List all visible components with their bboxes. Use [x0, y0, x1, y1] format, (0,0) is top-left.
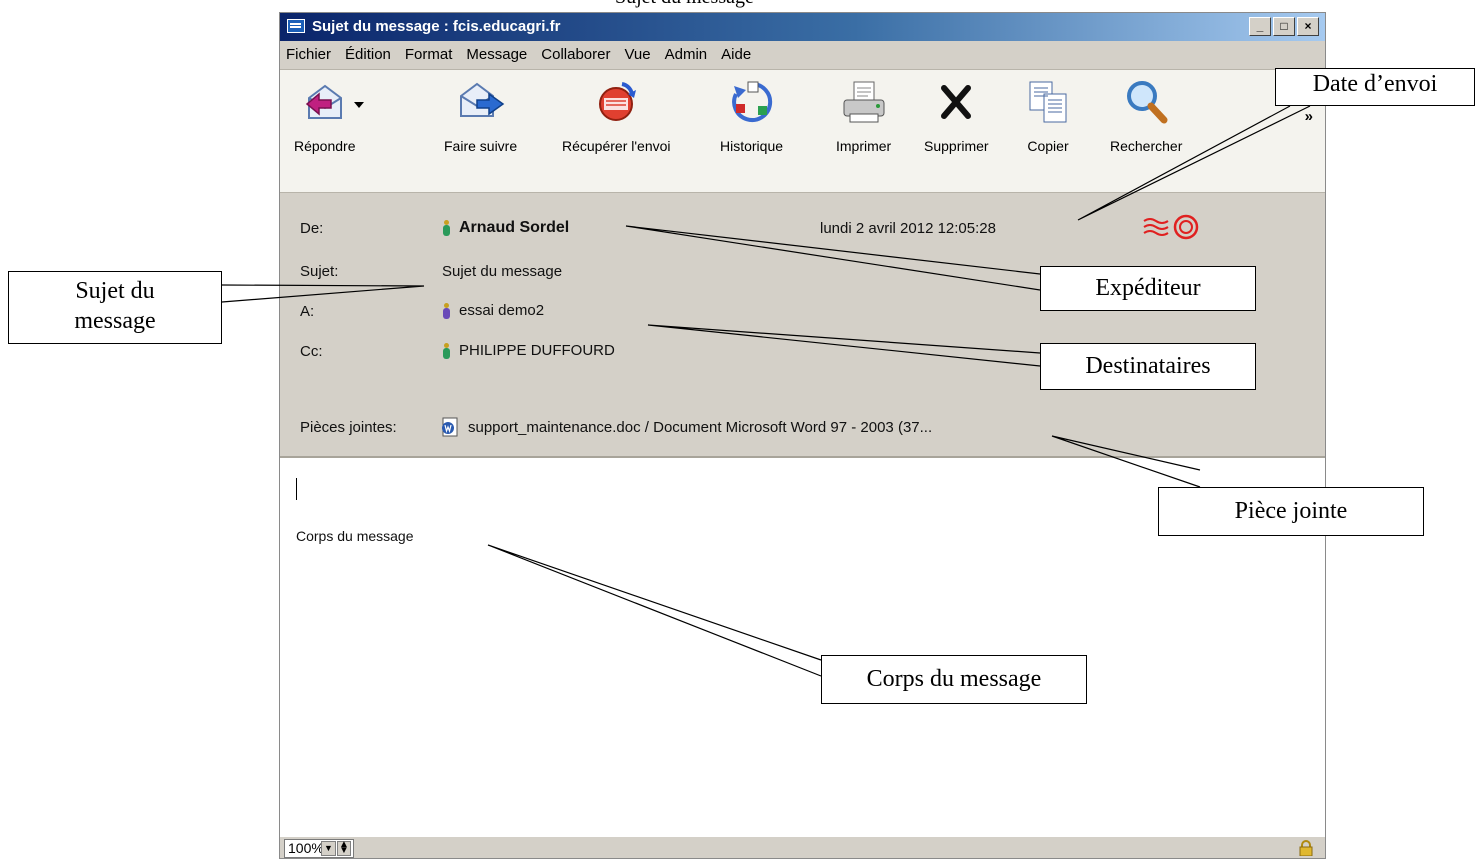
retract-button[interactable]: Récupérer l'envoi: [562, 78, 671, 154]
person-icon: [442, 342, 451, 359]
delete-label: Supprimer: [924, 138, 989, 154]
menu-aide[interactable]: Aide: [721, 46, 751, 63]
message-header: De: Arnaud Sordel lundi 2 avril 2012 12:…: [280, 193, 1325, 456]
cc-value: PHILIPPE DUFFOURD: [459, 342, 615, 359]
search-button[interactable]: Rechercher: [1110, 78, 1182, 154]
copy-button[interactable]: Copier: [1024, 78, 1072, 154]
annotation-attachment-text: Pièce jointe: [1234, 498, 1348, 524]
delete-x-icon: [932, 78, 980, 126]
title-bar: Sujet du message : fcis.educagri.fr _ □ …: [280, 13, 1325, 41]
zoom-spinner-icon[interactable]: ▲ ▼: [337, 840, 351, 856]
body-text: Corps du message: [296, 528, 414, 544]
to-label: A:: [300, 303, 315, 320]
annotation-subject-line2: message: [74, 308, 156, 334]
person-icon: [442, 302, 451, 319]
annotation-subject: Sujet du message: [8, 271, 222, 344]
text-cursor: [296, 478, 297, 500]
annotation-date: Date d’envoi: [1275, 68, 1475, 106]
attachment-value: support_maintenance.doc / Document Micro…: [468, 418, 933, 436]
retract-label: Récupérer l'envoi: [562, 138, 671, 154]
menu-bar: Fichier Édition Format Message Collabore…: [280, 41, 1325, 67]
copy-label: Copier: [1027, 138, 1069, 154]
attachments-label: Pièces jointes:: [300, 419, 397, 436]
retract-icon: [592, 78, 640, 126]
mail-app-icon: [287, 19, 305, 33]
annotation-recipients-text: Destinataires: [1085, 353, 1211, 379]
printer-icon: [840, 78, 888, 126]
reply-label: Répondre: [294, 138, 356, 154]
annotation-recipients: Destinataires: [1040, 343, 1256, 390]
from-value: Arnaud Sordel: [459, 219, 570, 236]
menu-vue[interactable]: Vue: [624, 46, 650, 63]
annotation-body-text: Corps du message: [866, 666, 1042, 692]
page-caption: Sujet du message: [615, 0, 754, 9]
history-button[interactable]: Historique: [720, 78, 783, 154]
annotation-date-text: Date d’envoi: [1312, 71, 1438, 97]
word-document-icon: [442, 417, 458, 437]
zoom-value: 100%: [288, 840, 324, 856]
lock-icon: [1299, 840, 1313, 856]
status-bar: 100% ▼ ▲ ▼: [280, 836, 1325, 858]
history-label: Historique: [720, 138, 784, 154]
history-icon: [728, 78, 776, 126]
zoom-dropdown-icon[interactable]: ▼: [321, 841, 336, 856]
attachment-item[interactable]: support_maintenance.doc / Document Micro…: [440, 417, 932, 437]
toolbar-overflow-button[interactable]: »: [1305, 108, 1313, 125]
reply-button[interactable]: Répondre: [294, 78, 364, 154]
copy-icon: [1024, 78, 1072, 126]
sent-date: lundi 2 avril 2012 12:05:28: [820, 220, 996, 237]
forward-label: Faire suivre: [444, 138, 518, 154]
person-icon: [442, 220, 451, 236]
print-button[interactable]: Imprimer: [836, 78, 891, 154]
menu-edition[interactable]: Édition: [345, 46, 391, 63]
cc-field[interactable]: PHILIPPE DUFFOURD: [442, 342, 615, 359]
mail-window: Sujet du message : fcis.educagri.fr _ □ …: [279, 12, 1326, 859]
annotation-body: Corps du message: [821, 655, 1087, 704]
window-controls: _ □ ×: [1249, 17, 1319, 36]
annotation-sender-text: Expéditeur: [1095, 275, 1201, 301]
annotation-subject-line1: Sujet du: [75, 278, 155, 304]
menu-message[interactable]: Message: [466, 46, 527, 63]
from-field[interactable]: Arnaud Sordel: [442, 219, 569, 237]
subject-label: Sujet:: [300, 263, 339, 280]
subject-value: Sujet du message: [442, 263, 563, 280]
search-icon: [1122, 78, 1170, 126]
toolbar: Répondre Faire suivre Récupérer l'envoi …: [280, 69, 1325, 194]
forward-button[interactable]: Faire suivre: [444, 78, 517, 154]
maximize-button[interactable]: □: [1273, 17, 1295, 36]
search-label: Rechercher: [1110, 138, 1183, 154]
close-button[interactable]: ×: [1297, 17, 1319, 36]
to-value: essai demo2: [459, 302, 545, 319]
print-label: Imprimer: [836, 138, 892, 154]
from-label: De:: [300, 220, 324, 237]
zoom-select[interactable]: 100% ▼ ▲ ▼: [284, 839, 354, 858]
to-field[interactable]: essai demo2: [442, 302, 544, 319]
menu-collaborer[interactable]: Collaborer: [541, 46, 610, 63]
window-title: Sujet du message : fcis.educagri.fr: [312, 18, 561, 35]
cc-label: Cc:: [300, 343, 323, 360]
menu-fichier[interactable]: Fichier: [286, 46, 331, 63]
minimize-button[interactable]: _: [1249, 17, 1271, 36]
annotation-sender: Expéditeur: [1040, 266, 1256, 311]
reply-dropdown-icon[interactable]: [354, 102, 364, 108]
delete-button[interactable]: Supprimer: [924, 78, 989, 154]
menu-format[interactable]: Format: [405, 46, 453, 63]
postmark-stamp-icon: [1143, 214, 1199, 240]
forward-icon: [457, 78, 505, 126]
reply-icon: [301, 78, 349, 126]
menu-admin[interactable]: Admin: [665, 46, 708, 63]
annotation-attachment: Pièce jointe: [1158, 487, 1424, 536]
